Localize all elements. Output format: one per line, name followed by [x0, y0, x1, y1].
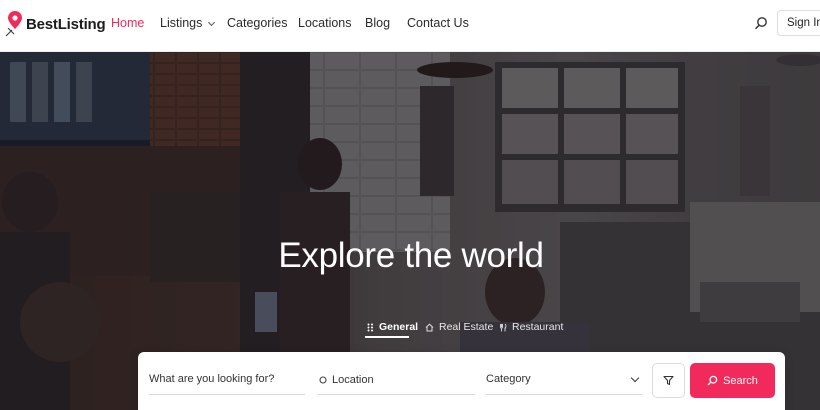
tab-real-estate[interactable]: Real Estate: [425, 321, 493, 333]
tab-general-label: General: [379, 321, 419, 333]
nav-home[interactable]: Home: [111, 16, 144, 30]
nav-locations[interactable]: Locations: [298, 16, 352, 30]
search-icon: [707, 375, 718, 386]
search-button[interactable]: Search: [690, 363, 775, 398]
tab-real-estate-label: Real Estate: [439, 321, 494, 333]
search-icon[interactable]: [754, 16, 768, 30]
hero-headline: Explore the world: [278, 236, 544, 275]
filter-button[interactable]: [652, 363, 685, 398]
nav-listings[interactable]: Listings: [160, 16, 216, 30]
keyword-input[interactable]: What are you looking for?: [149, 365, 305, 395]
nav-categories[interactable]: Categories: [227, 16, 287, 30]
grid-dots-icon: [367, 323, 373, 331]
nav-contact-us[interactable]: Contact Us: [407, 16, 469, 30]
location-input[interactable]: Location: [318, 365, 475, 395]
location-pin-icon: [319, 375, 327, 384]
nav-blog[interactable]: Blog: [365, 16, 390, 30]
active-tab-indicator: [365, 336, 409, 338]
location-placeholder: Location: [332, 373, 374, 386]
tab-restaurant[interactable]: Restaurant: [499, 321, 563, 333]
site-header: BestListing Home Listings Categories Loc…: [0, 0, 820, 52]
filter-icon: [663, 375, 674, 386]
category-selected-value: Category: [486, 373, 531, 385]
logo-pin-icon: [5, 11, 22, 37]
nav-listings-label: Listings: [160, 16, 203, 30]
logo[interactable]: BestListing: [4, 10, 106, 38]
brand-name: BestListing: [26, 15, 106, 33]
chevron-down-icon: [208, 18, 216, 27]
tab-restaurant-label: Restaurant: [512, 321, 564, 333]
home-icon: [425, 323, 434, 331]
sign-in-button[interactable]: Sign In: [777, 10, 820, 36]
search-button-label: Search: [723, 374, 758, 387]
category-select[interactable]: Category: [486, 365, 642, 395]
utensils-icon: [500, 323, 507, 331]
chevron-down-icon: [630, 373, 640, 383]
search-panel: What are you looking for? Location Categ…: [138, 352, 785, 410]
tab-general[interactable]: General: [367, 321, 418, 333]
